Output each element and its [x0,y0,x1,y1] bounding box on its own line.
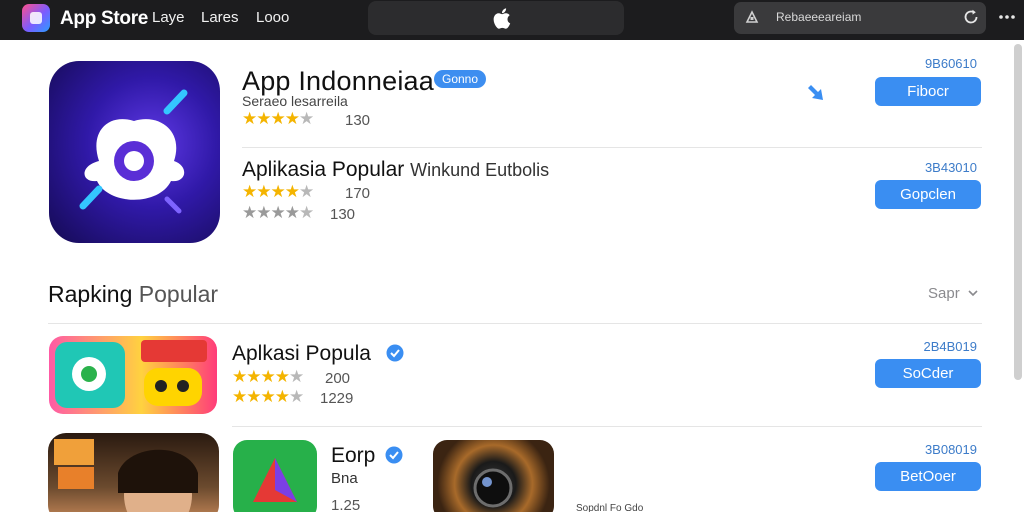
star-icon: ★ [232,387,247,406]
rank-row-caption-2: Sopdnl Fo Gdo [576,503,644,512]
star-icon: ★ [274,367,290,386]
star-icon: ★ [289,367,304,386]
menu-item-looo[interactable]: Looo [256,9,289,26]
app-name: App Store [60,8,149,29]
star-icon: ★ [274,387,290,406]
star-icon: ★ [299,203,314,222]
rank-get-button-2[interactable]: BetOoer [875,462,981,491]
star-icon: ★ [242,203,257,222]
second-app-name: Aplikasia Popular [242,158,405,181]
menu-item-laye[interactable]: Laye [152,9,185,26]
sort-dropdown[interactable]: Sapr [928,285,960,302]
rank-app-icon[interactable] [49,336,217,414]
rank-rating-stars-secondary: ★★★★★ [232,387,304,406]
star-icon: ★ [246,367,261,386]
section-title-light: Popular [138,281,219,307]
rank-app-artwork [55,340,207,408]
featured-get-button[interactable]: Fibocr [875,77,981,106]
star-icon: ★ [242,182,257,201]
star-icon: ★ [260,387,276,406]
divider [48,323,982,324]
menu-item-lares[interactable]: Lares [201,9,239,26]
second-app-title[interactable]: Aplikasia Popular Winkund Eutbolis [242,158,549,182]
more-icon[interactable] [998,9,1016,25]
rank-rating-count: 200 [325,370,351,387]
rank-rating-stars: ★★★★★ [232,367,304,386]
divider [242,147,982,148]
star-icon: ★ [284,182,300,201]
rank-row-count-2: 1.25 [331,497,361,512]
verified-icon [386,344,404,362]
rank-code-2: 3B08019 [924,442,977,457]
featured-app-icon[interactable] [49,61,220,243]
featured-rating-count: 130 [345,112,371,129]
star-icon: ★ [270,109,286,128]
star-icon: ★ [284,109,300,128]
star-icon: ★ [270,203,286,222]
star-icon: ★ [289,387,304,406]
star-icon: ★ [256,109,271,128]
rank-row-title-2[interactable]: Eorp [331,444,375,468]
star-icon: ★ [299,182,314,201]
second-get-button[interactable]: Gopclen [875,180,981,209]
app-store-logo-icon[interactable] [22,4,50,32]
verified-icon [385,446,403,464]
star-icon: ★ [232,367,247,386]
star-icon: ★ [260,367,276,386]
featured-rating-stars: ★★★★★ [242,109,314,128]
rank-app-icon-camera[interactable] [433,440,554,512]
featured-badge: Gonno [434,70,486,88]
scrollbar[interactable] [1014,44,1022,380]
rank-row-title[interactable]: Aplkasi Popula [232,342,371,366]
divider [232,426,982,427]
star-icon: ★ [246,387,261,406]
chevron-down-icon[interactable] [967,287,979,299]
star-icon: ★ [256,203,271,222]
second-rating-count: 170 [345,185,371,202]
star-icon: ★ [284,203,300,222]
star-icon: ★ [299,109,314,128]
section-title-main: Rapking [48,281,133,307]
star-icon: ★ [270,182,286,201]
section-title: Rapking Popular [48,281,218,308]
featured-code: 9B60610 [924,56,977,71]
search-input[interactable] [776,10,946,24]
refresh-icon[interactable] [962,8,980,26]
rank-app-icon-green[interactable] [233,440,317,512]
second-rating-stars: ★★★★★ [242,182,314,201]
rank-rating-count-secondary: 1229 [320,390,354,407]
share-icon[interactable] [803,80,829,106]
rank-app-artwork-game [54,439,198,512]
camera-lens-icon [473,468,513,508]
featured-app-artwork [79,89,188,214]
second-rating-count-secondary: 130 [330,206,356,223]
featured-app-subtitle: Seraeo lesarreila [242,93,348,109]
rank-row-subtitle-2: Bna [331,470,358,487]
star-icon: ★ [242,109,257,128]
rank-app-artwork-green [253,458,297,502]
search-icon[interactable] [744,9,760,25]
rank-app-icon-game[interactable] [48,433,219,512]
second-rating-stars-secondary: ★★★★★ [242,203,314,222]
second-app-extra: Winkund Eutbolis [410,160,550,180]
star-icon: ★ [256,182,271,201]
second-code: 3B43010 [924,160,977,175]
rank-code: 2B4B019 [923,339,978,354]
apple-icon [493,8,511,29]
rank-get-button[interactable]: SoCder [875,359,981,388]
